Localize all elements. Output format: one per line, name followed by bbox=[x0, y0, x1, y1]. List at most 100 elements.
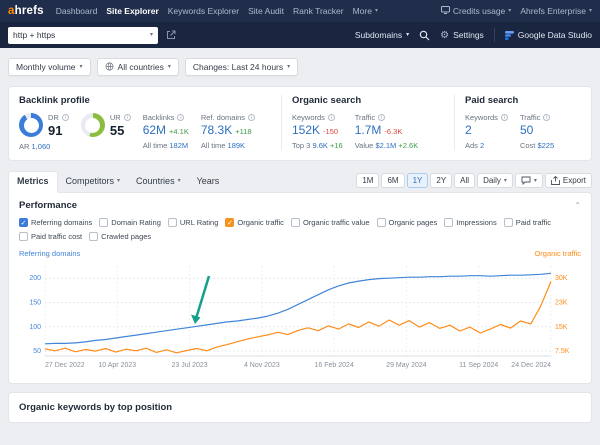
info-icon[interactable]: i bbox=[327, 114, 335, 121]
metric-toggles: ✓ Referring domains Domain Rating URL Ratin… bbox=[19, 218, 581, 241]
collapse-icon[interactable]: ⌃ bbox=[574, 201, 581, 210]
organic-keywords-block: Keywords i 152K -150 Top 3 9.6K +16 bbox=[292, 113, 343, 150]
metric-toggle-organic-traffic-value[interactable]: Organic traffic value bbox=[290, 218, 370, 227]
paid-search-title: Paid search bbox=[465, 95, 519, 106]
filter-label: Changes: Last 24 hours bbox=[192, 62, 284, 72]
metric-toggle-crawled-pages[interactable]: Crawled pages bbox=[89, 232, 151, 241]
traffic-value-line: Value $2.1M +2.6K bbox=[354, 141, 419, 150]
backlinks-alltime: All time 182M bbox=[142, 141, 189, 150]
scope-dropdown[interactable]: Subdomains ▾ bbox=[355, 30, 409, 40]
nav-item-more[interactable]: More ▾ bbox=[353, 6, 378, 16]
info-icon[interactable]: i bbox=[378, 114, 386, 121]
metric-toggle-referring-domains[interactable]: ✓ Referring domains bbox=[19, 218, 92, 227]
x-tick-label: 29 May 2024 bbox=[386, 362, 427, 369]
metric-toggle-organic-pages[interactable]: Organic pages bbox=[376, 218, 438, 227]
right-axis-title: Organic traffic bbox=[534, 249, 581, 258]
checkbox-label: Organic pages bbox=[388, 218, 438, 227]
range-all[interactable]: All bbox=[454, 173, 476, 188]
ur-label: UR bbox=[109, 113, 121, 122]
ar-value[interactable]: 1,060 bbox=[32, 142, 51, 151]
export-button[interactable]: Export bbox=[544, 173, 592, 188]
toolbar-divider bbox=[493, 28, 495, 42]
tab-countries[interactable]: Countries ▾ bbox=[128, 172, 189, 192]
nav-item-keywords-explorer[interactable]: Keywords Explorer bbox=[168, 6, 239, 16]
caret-down-icon: ▾ bbox=[177, 178, 181, 184]
url-rating-block: UR i 55 bbox=[80, 113, 131, 151]
range-2y[interactable]: 2Y bbox=[430, 173, 453, 188]
metric-toggle-paid-traffic-cost[interactable]: Paid traffic cost bbox=[19, 232, 82, 241]
nav-item-site-audit[interactable]: Site Audit bbox=[248, 6, 284, 16]
info-icon[interactable]: i bbox=[500, 114, 508, 121]
backlinks-value[interactable]: 62M bbox=[143, 123, 166, 137]
performance-chart-area: Referring domains Organic traffic 27 Dec… bbox=[19, 249, 581, 377]
search-icon[interactable] bbox=[419, 30, 430, 41]
info-icon[interactable]: i bbox=[177, 114, 185, 121]
settings-label: Settings bbox=[453, 30, 484, 40]
x-tick-label: 11 Sep 2024 bbox=[459, 362, 498, 369]
backlink-profile-title: Backlink profile bbox=[19, 95, 90, 106]
ref-domains-alltime: All time 189K bbox=[200, 141, 246, 150]
annotation-arrow bbox=[191, 275, 211, 324]
info-icon[interactable]: i bbox=[248, 114, 256, 121]
checkbox-label: URL Rating bbox=[179, 218, 219, 227]
metric-toggle-paid-traffic[interactable]: Paid traffic bbox=[503, 218, 552, 227]
globe-icon bbox=[105, 62, 114, 73]
open-in-new-icon[interactable] bbox=[166, 30, 176, 40]
caret-down-icon: ▾ bbox=[503, 177, 507, 184]
chart-canvas[interactable]: 27 Dec 2022 10 Apr 2023 23 Jul 2023 4 Nov 2… bbox=[19, 260, 581, 377]
filter-row: Monthly volume ▾ All countries ▾ Changes: La… bbox=[8, 58, 592, 76]
caret-down-icon[interactable]: ▾ bbox=[150, 32, 153, 38]
x-tick-label: 10 Apr 2023 bbox=[98, 362, 136, 369]
performance-card: Performance ⌃ ✓ Referring domains Domain R… bbox=[8, 192, 592, 384]
filter-changes-last-24-hours[interactable]: Changes: Last 24 hours ▾ bbox=[184, 58, 299, 76]
tab-competitors[interactable]: Competitors ▾ bbox=[58, 172, 129, 192]
organic-keywords-value[interactable]: 152K bbox=[292, 123, 320, 137]
toolbar-right: Subdomains ▾ ⚙ Settings Google Data Stud… bbox=[355, 28, 592, 42]
nav-item-site-explorer[interactable]: Site Explorer bbox=[106, 6, 158, 16]
filter-monthly-volume[interactable]: Monthly volume ▾ bbox=[8, 58, 91, 76]
range-1y[interactable]: 1Y bbox=[406, 173, 429, 188]
metric-toggle-url-rating[interactable]: URL Rating bbox=[167, 218, 219, 227]
metric-toggle-impressions[interactable]: Impressions bbox=[444, 218, 497, 227]
info-icon[interactable]: i bbox=[61, 114, 69, 121]
metric-toggle-organic-traffic[interactable]: ✓ Organic traffic bbox=[225, 218, 284, 227]
nav-item-ahrefs-enterprise[interactable]: Ahrefs Enterprise ▾ bbox=[520, 6, 592, 16]
caret-down-icon: ▾ bbox=[287, 64, 291, 70]
target-url-input[interactable]: http + https ▾ bbox=[8, 26, 158, 44]
filter-all-countries[interactable]: All countries ▾ bbox=[96, 58, 179, 76]
logo-a: a bbox=[8, 5, 15, 17]
domain-rating-block: DR i 91 AR 1,060 bbox=[19, 113, 69, 151]
info-icon[interactable]: i bbox=[543, 114, 551, 121]
settings-button[interactable]: ⚙ Settings bbox=[440, 30, 484, 41]
tab-metrics[interactable]: Metrics bbox=[8, 171, 58, 193]
left-tick-label: 200 bbox=[29, 275, 41, 282]
right-tick-label: 15K bbox=[555, 324, 568, 331]
granularity-dropdown[interactable]: Daily ▾ bbox=[477, 173, 513, 188]
range-6m[interactable]: 6M bbox=[381, 173, 405, 188]
caret-down-icon: ▾ bbox=[374, 8, 378, 14]
checkbox-label: Organic traffic value bbox=[302, 218, 370, 227]
google-data-studio-button[interactable]: Google Data Studio bbox=[504, 30, 592, 40]
screen-icon bbox=[440, 6, 450, 16]
paid-keywords-block: Keywords i 2 Ads 2 bbox=[465, 113, 508, 150]
paid-keywords-value[interactable]: 2 bbox=[465, 123, 472, 137]
x-tick-label: 27 Dec 2022 bbox=[45, 362, 85, 369]
caret-down-icon: ▾ bbox=[406, 32, 410, 38]
nav-item-dashboard[interactable]: Dashboard bbox=[56, 6, 98, 16]
ref-domains-value[interactable]: 78.3K bbox=[201, 123, 232, 137]
nav-item-credits-usage[interactable]: Credits usage ▾ bbox=[440, 6, 511, 16]
metric-toggle-domain-rating[interactable]: Domain Rating bbox=[99, 218, 161, 227]
info-icon[interactable]: i bbox=[123, 114, 131, 121]
dr-gauge bbox=[19, 113, 43, 137]
ahrefs-logo[interactable]: ahrefs bbox=[8, 5, 44, 17]
range-1m[interactable]: 1M bbox=[356, 173, 380, 188]
nav-item-rank-tracker[interactable]: Rank Tracker bbox=[293, 6, 344, 16]
ur-value: 55 bbox=[109, 123, 125, 138]
organic-traffic-value[interactable]: 1.7M bbox=[355, 123, 382, 137]
main-nav: Dashboard Site Explorer Keywords Explorer S… bbox=[56, 6, 378, 16]
tab-years[interactable]: Years bbox=[189, 172, 228, 192]
notes-dropdown[interactable]: ▾ bbox=[514, 173, 543, 188]
paid-traffic-value[interactable]: 50 bbox=[520, 123, 533, 137]
checkbox-label: Paid traffic bbox=[515, 218, 552, 227]
scope-value: Subdomains bbox=[354, 30, 403, 40]
